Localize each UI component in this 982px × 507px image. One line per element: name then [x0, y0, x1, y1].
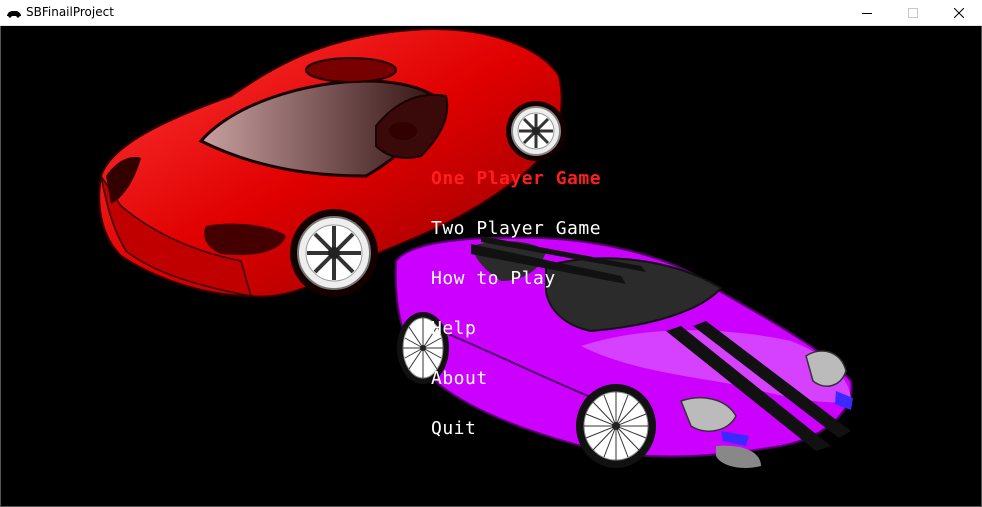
close-button[interactable]	[936, 0, 982, 26]
close-icon	[954, 8, 964, 18]
maximize-icon	[908, 8, 918, 18]
menu-item-quit[interactable]: Quit	[431, 418, 476, 439]
menu-item-help[interactable]: Help	[431, 318, 476, 339]
minimize-button[interactable]	[844, 0, 890, 26]
menu-item-how-to-play[interactable]: How to Play	[431, 268, 556, 289]
maximize-button[interactable]	[890, 0, 936, 26]
menu-item-about[interactable]: About	[431, 368, 488, 389]
game-menu-screen: One Player Game Two Player Game How to P…	[1, 26, 981, 506]
menu-item-two-player-game[interactable]: Two Player Game	[431, 218, 601, 239]
menu-item-one-player-game[interactable]: One Player Game	[431, 168, 601, 189]
car-icon	[7, 11, 21, 18]
window-titlebar[interactable]: SBFinailProject	[0, 0, 982, 26]
purple-car-image	[394, 236, 853, 468]
minimize-icon	[862, 13, 872, 14]
window-title: SBFinailProject	[26, 5, 114, 19]
